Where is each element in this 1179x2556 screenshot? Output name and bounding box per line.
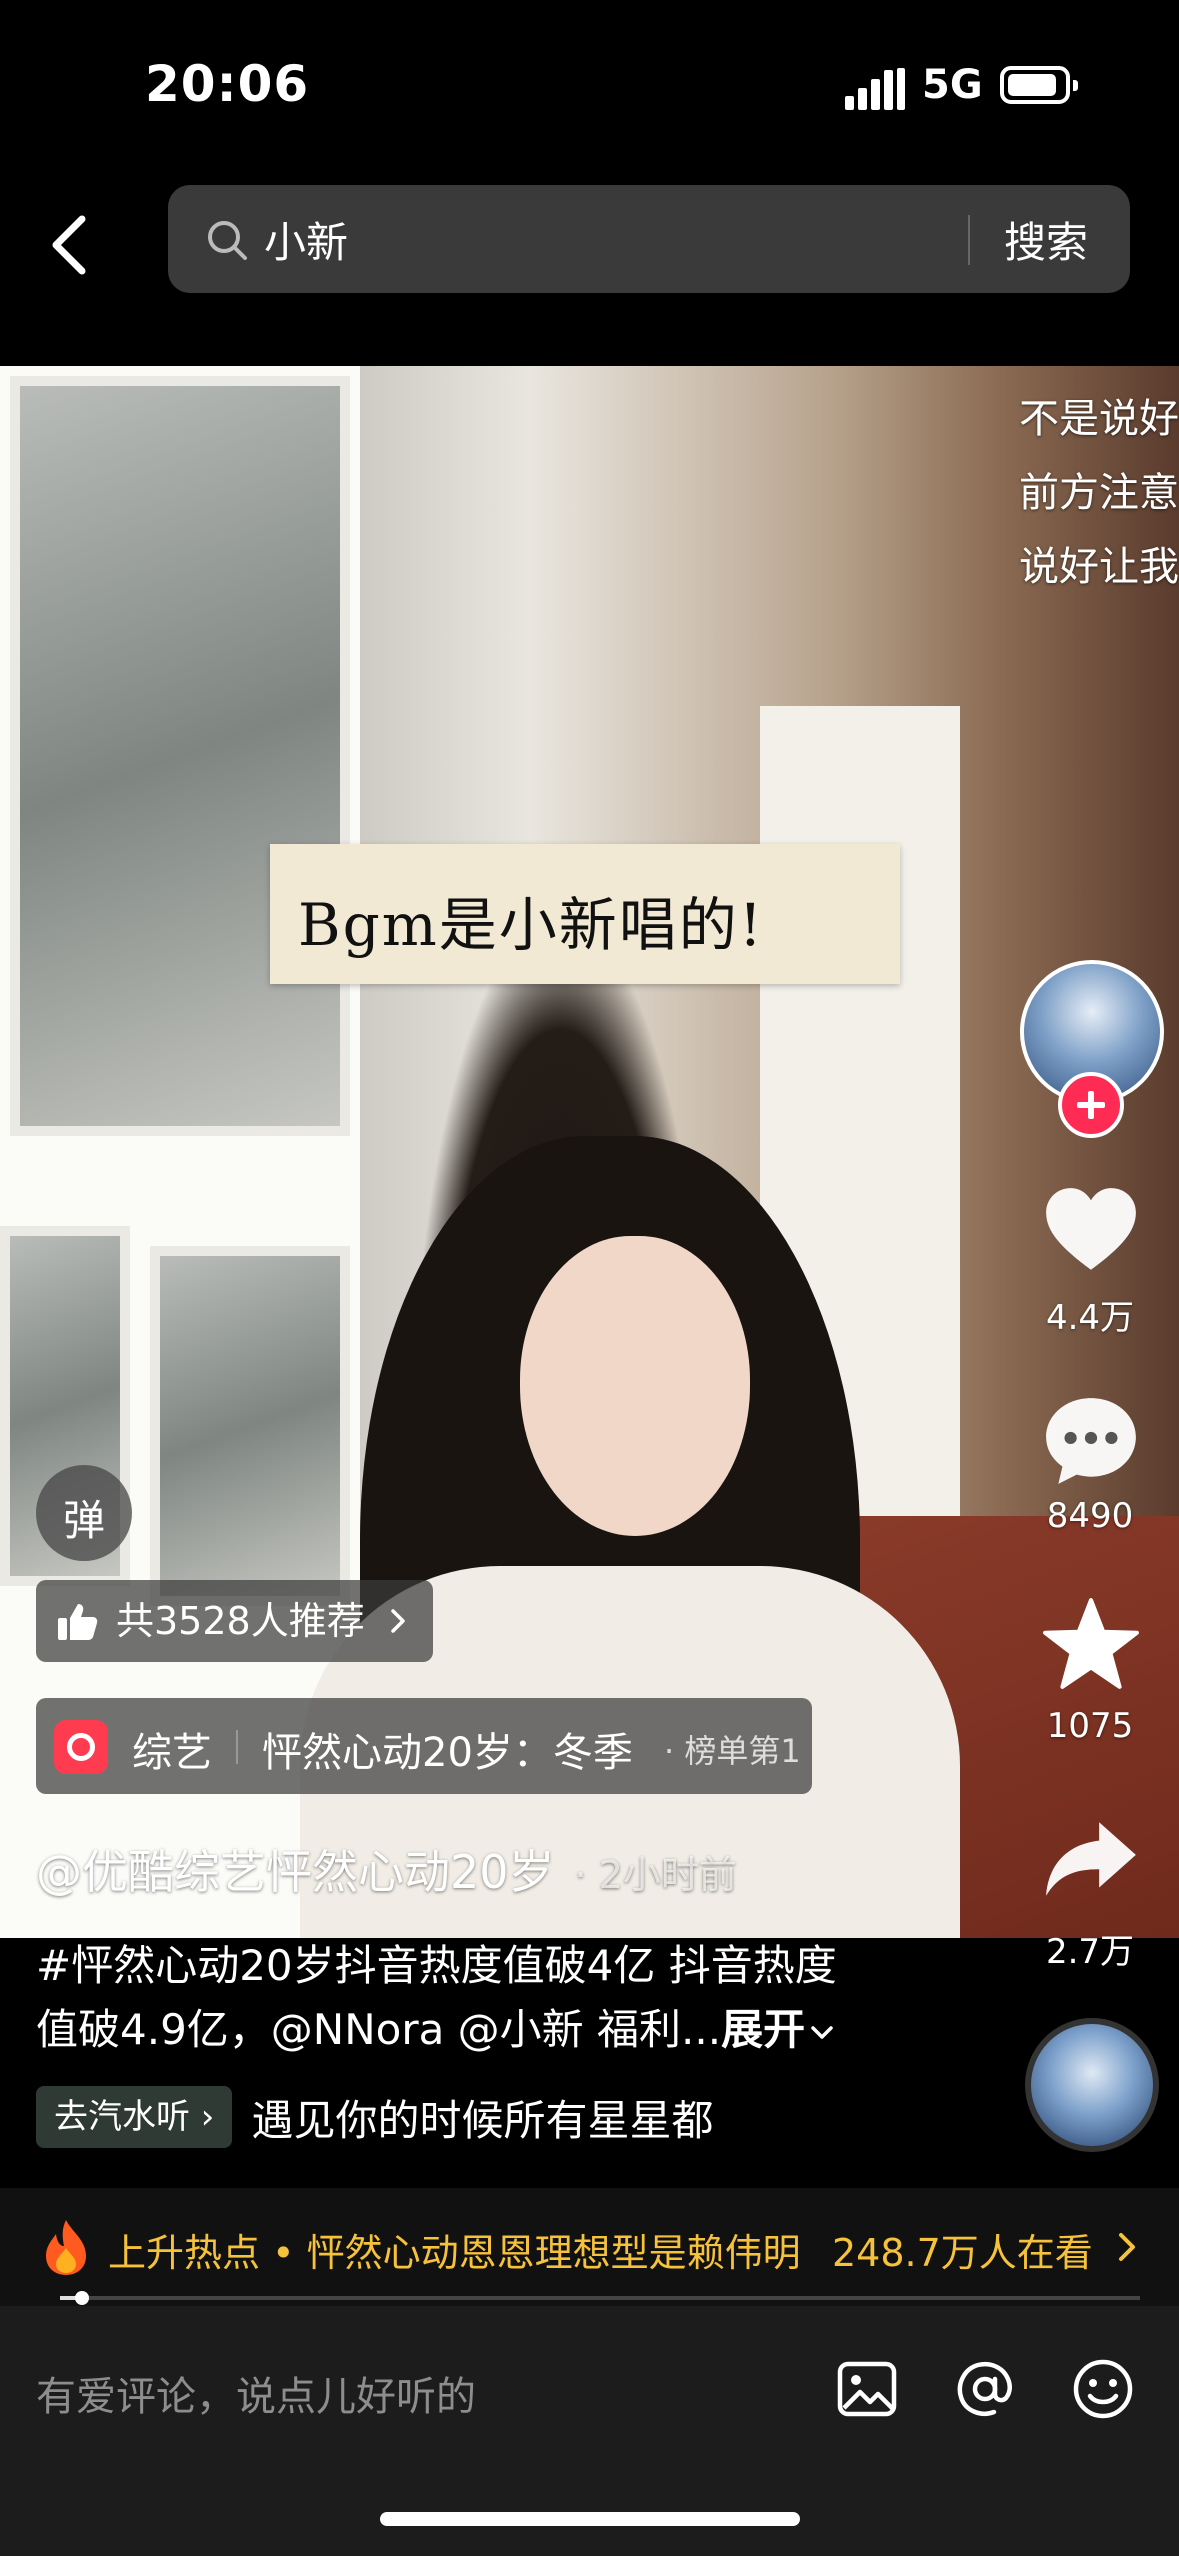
playback-progress-bar[interactable] [60, 2291, 1140, 2305]
home-indicator[interactable] [380, 2512, 800, 2526]
search-divider [968, 215, 970, 265]
heart-icon[interactable] [1040, 1180, 1142, 1282]
sticker-text: Bgm是小新唱的! [298, 891, 765, 959]
window-pane [10, 376, 350, 1136]
mention-icon[interactable] [952, 2356, 1018, 2422]
post-time: · 2小时前 [574, 1853, 737, 1897]
music-tag-label: 去汽水听 [54, 2097, 190, 2137]
comment-input[interactable]: 有爱评论，说点儿好听的 [36, 2364, 476, 2422]
share-icon[interactable] [1040, 1808, 1142, 1910]
author-line: @优酷综艺怦然心动20岁 · 2小时前 [36, 1836, 737, 1902]
fire-icon [46, 2220, 86, 2275]
variety-divider [236, 1730, 238, 1764]
danmaku-comment: 说好让我 [1019, 544, 1179, 590]
like-count: 4.4万 [1045, 1298, 1135, 1338]
chevron-down-icon [811, 2025, 833, 2039]
progress-handle[interactable] [74, 2291, 89, 2305]
danmaku-toggle-label: 弹 [62, 1496, 105, 1545]
comment-count: 8490 [1046, 1496, 1134, 1536]
recommend-pill[interactable]: 共3528人推荐 [36, 1580, 433, 1662]
image-icon[interactable] [834, 2356, 900, 2422]
cellular-signal-icon [845, 68, 905, 110]
variety-title: 怦然心动20岁：冬季 [262, 1730, 633, 1776]
hot-topic-text: 上升热点 • 怦然心动恩恩理想型是赖伟明 [108, 2231, 801, 2275]
post-description-text: 值破4.9亿，@NNora @小新 福利... [36, 2005, 722, 2054]
post-description-line: 值破4.9亿，@NNora @小新 福利...展开 [36, 1996, 936, 2057]
danmaku-toggle-button[interactable]: 弹 [36, 1465, 132, 1561]
music-disc[interactable] [1025, 2018, 1159, 2152]
favorite-count: 1075 [1046, 1706, 1134, 1746]
danmaku-comment: 不是说好 [1019, 396, 1179, 442]
listen-on-qishui-button[interactable]: 去汽水听 › [36, 2086, 233, 2148]
hot-topic-banner[interactable]: 上升热点 • 怦然心动恩恩理想型是赖伟明 248.7万人在看 [0, 2188, 1179, 2308]
variety-show-pill[interactable]: 综艺 怦然心动20岁：冬季 · 榜单第1 [36, 1698, 812, 1794]
network-type: 5G [922, 62, 983, 108]
expand-button[interactable]: 展开 [721, 2005, 805, 2054]
music-row[interactable]: 去汽水听 › 遇见你的时候所有星星都 [36, 2086, 714, 2148]
author-name[interactable]: @优酷综艺怦然心动20岁 [36, 1845, 555, 1899]
hot-viewers: 248.7万人在看 [832, 2231, 1093, 2275]
star-icon[interactable] [1040, 1594, 1142, 1696]
youku-logo-icon [54, 1720, 108, 1774]
video-sticker: Bgm是小新唱的! [270, 844, 900, 984]
music-name: 遇见你的时候所有星星都 [251, 2095, 714, 2145]
status-time: 20:06 [145, 55, 310, 113]
post-description-line: #怦然心动20岁抖音热度值破4亿 抖音热度 [36, 1941, 837, 1990]
chevron-right-icon [1119, 2233, 1135, 2261]
battery-icon [1000, 66, 1078, 104]
search-input[interactable]: 小新 [264, 209, 348, 270]
variety-rank: · 榜单第1 [664, 1732, 801, 1770]
thumbs-up-icon [58, 1604, 98, 1640]
recommend-label: 共3528人推荐 [116, 1599, 365, 1643]
share-count: 2.7万 [1045, 1932, 1135, 1972]
search-button[interactable]: 搜索 [1004, 209, 1088, 270]
comment-icon[interactable] [1040, 1390, 1142, 1492]
danmaku-comment: 前方注意 [1019, 470, 1179, 516]
emoji-icon[interactable] [1070, 2356, 1136, 2422]
back-button[interactable] [40, 205, 100, 285]
status-bar: 20:06 5G [0, 0, 1179, 175]
search-icon [208, 221, 247, 260]
variety-category: 综艺 [132, 1730, 212, 1776]
follow-plus-button[interactable] [1058, 1072, 1124, 1138]
window-pane [150, 1246, 350, 1606]
person-face [520, 1236, 750, 1536]
chevron-right-icon [390, 1609, 405, 1633]
search-bar[interactable]: 小新 搜索 [168, 185, 1130, 293]
